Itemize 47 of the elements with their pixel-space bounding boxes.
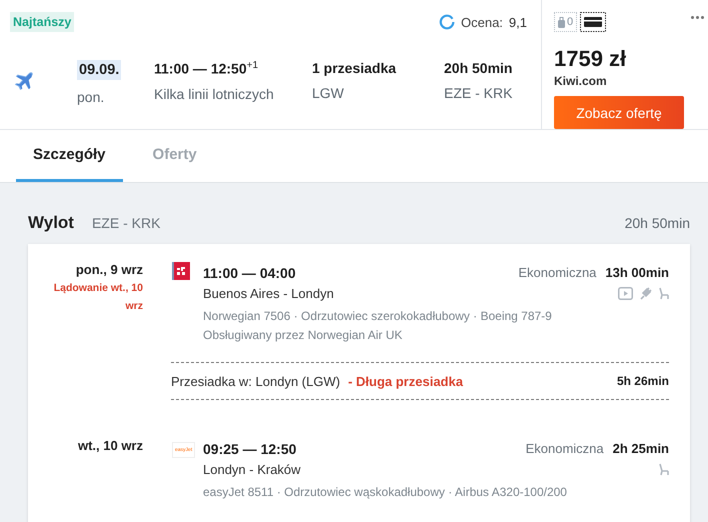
segment-date: wt., 10 wrz — [78, 438, 143, 453]
segment-times: 11:00 — 04:00 — [203, 264, 296, 280]
operator-note: Obsługiwany przez Norwegian Air UK — [203, 328, 404, 342]
more-icon[interactable] — [691, 16, 704, 18]
cheapest-badge: Najtańszy — [10, 12, 74, 32]
segment-times: 09:25 — 12:50 — [203, 440, 296, 456]
video-icon — [618, 287, 633, 300]
payment-card-icon — [580, 12, 606, 32]
bag-count: 0 — [567, 16, 574, 28]
cabin-class: Ekonomiczna — [526, 441, 604, 456]
rating-ring-icon — [439, 14, 455, 30]
segment-route: Londyn - Kraków — [203, 462, 301, 477]
section-title: Wylot — [28, 213, 74, 233]
suitcase-icon — [558, 16, 565, 28]
segment-route: Buenos Aires - Londyn — [203, 286, 334, 301]
stop-airport: LGW — [312, 85, 345, 101]
flight-details: easyJet 8511 · Odrzutowiec wąskokadłubowy · Airbus A320-100/200 — [203, 485, 568, 499]
segment-duration: 2h 25min — [612, 441, 669, 456]
route-text: EZE - KRK — [444, 85, 512, 101]
segment-date: pon., 9 wrz — [76, 262, 143, 277]
flight-times: 11:00 — 12:50$^{+1}$ — [154, 60, 260, 77]
stops-text: 1 przesiadka — [312, 60, 398, 76]
plug-icon — [639, 287, 652, 300]
tab[interactable]: Szczegóły — [16, 130, 123, 182]
airlines-text: Kilka linii lotniczych — [154, 86, 275, 102]
flight-details: Norwegian 7506 · Odrzutowiec szerokokadłubowy · Boeing 787-9 — [203, 309, 553, 323]
view-offer-button[interactable]: Zobacz ofertę — [554, 96, 684, 129]
provider-name: Kiwi.com — [554, 74, 608, 88]
rating-value: 9,1 — [508, 14, 527, 30]
date-chip: 09.09. — [77, 60, 122, 80]
section-route: EZE - KRK — [92, 215, 160, 231]
seat-icon — [658, 287, 669, 300]
cabin-class: Ekonomiczna — [518, 265, 596, 280]
total-duration: 20h 50min — [444, 60, 512, 76]
seat-icon — [658, 463, 669, 476]
long-layover-warning: - Długa przesiadka — [348, 374, 463, 388]
tab[interactable]: Oferty — [136, 130, 214, 182]
rating-label: Ocena: — [461, 14, 503, 30]
layover-text: Przesiadka w: Londyn (LGW) — [171, 374, 340, 388]
airline-logo-icon — [172, 262, 190, 280]
weekday-text: pon. — [77, 89, 106, 105]
airplane-icon — [13, 70, 35, 92]
price: 1759 zł — [554, 46, 628, 72]
segment-duration: 13h 00min — [605, 265, 669, 280]
section-duration: 20h 50min — [624, 215, 690, 231]
layover-duration: 5h 26min — [616, 374, 669, 388]
landing-note: Lądowanie wt., 10 wrz — [52, 281, 143, 314]
